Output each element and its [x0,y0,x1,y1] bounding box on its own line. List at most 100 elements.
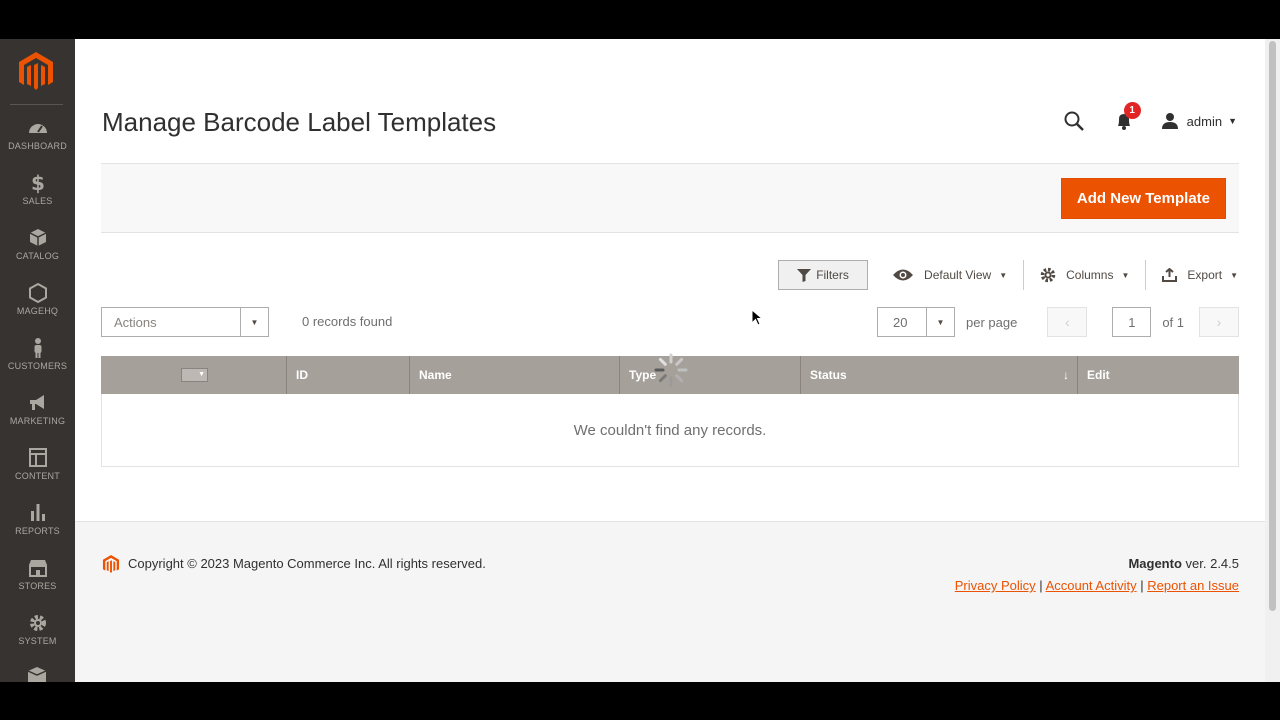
sidebar-divider [10,104,63,105]
footer-links: Privacy Policy | Account Activity | Repo… [954,578,1239,593]
chevron-down-icon: ▼ [240,308,268,336]
export-icon [1162,268,1178,282]
hexagon-icon [28,282,47,304]
columns-label: Columns [1066,268,1114,282]
export-dropdown[interactable]: Export ▼ [1145,260,1238,290]
per-page-select[interactable]: 20 ▼ [876,307,955,337]
partner-box-icon[interactable] [25,666,49,682]
header-actions: 1 admin ▼ [1063,102,1237,133]
sidebar-item-label: MARKETING [9,416,66,426]
sidebar-item-dashboard[interactable]: DASHBOARD [0,117,75,169]
page-scrollbar[interactable] [1265,39,1280,682]
video-bottom-letterbox [0,682,1280,720]
chevron-down-icon: ▼ [1230,270,1238,280]
empty-grid-message: We couldn't find any records. [101,394,1239,467]
store-icon [28,560,47,577]
version-info: Magento ver. 2.4.5 [1128,556,1239,571]
chevron-down-icon: ▼ [925,308,954,336]
sort-arrow-icon: ↓ [1063,368,1069,382]
search-icon[interactable] [1063,110,1085,132]
add-new-template-button[interactable]: Add New Template [1060,178,1226,219]
filters-button[interactable]: Filters [778,260,869,290]
loading-spinner-icon [654,353,688,387]
dollar-icon: $ [31,172,45,194]
notification-count-badge: 1 [1123,102,1141,119]
sidebar-item-system[interactable]: SYSTEM [0,612,75,664]
sidebar-item-label: REPORTS [15,526,60,536]
copyright-text: Copyright © 2023 Magento Commerce Inc. A… [128,556,486,571]
sidebar-item-label: CUSTOMERS [7,361,68,371]
sidebar-item-label: CATALOG [15,251,60,261]
funnel-icon [797,268,812,282]
sidebar-item-label: SALES [22,196,53,206]
customer-person-icon [34,338,41,358]
sidebar-item-label: DASHBOARD [8,141,67,151]
sidebar-item-content[interactable]: CONTENT [0,447,75,499]
gear-icon [1040,267,1056,283]
scrollbar-thumb[interactable] [1269,41,1276,611]
magento-logo[interactable] [17,51,55,91]
account-activity-link[interactable]: Account Activity [1046,578,1137,593]
next-page-button[interactable]: › [1199,307,1239,337]
page-footer: Copyright © 2023 Magento Commerce Inc. A… [75,521,1265,682]
export-label: Export [1187,268,1223,282]
mass-select-column[interactable]: ▼ [101,356,287,394]
sidebar-item-label: MAGEHQ [16,306,59,316]
mass-actions-select[interactable]: Actions ▼ [101,307,269,337]
chevron-left-icon: ‹ [1064,314,1070,330]
column-header-status-label: Status [810,368,847,382]
column-header-id[interactable]: ID [287,356,410,394]
megaphone-icon [29,395,44,410]
view-label: Default View [924,268,992,282]
page-title: Manage Barcode Label Templates [102,107,497,137]
pagination: 20 ▼ per page ‹ of 1 › [876,307,1239,337]
column-header-type[interactable]: Type [620,356,801,394]
prev-page-button[interactable]: ‹ [1047,307,1088,337]
report-issue-link[interactable]: Report an Issue [1147,578,1239,593]
notifications-button[interactable]: 1 [1113,102,1141,132]
records-count: 0 records found [302,314,393,329]
column-header-name[interactable]: Name [410,356,620,394]
sidebar-item-sales[interactable]: $ SALES [0,172,75,224]
sidebar-item-customers[interactable]: CUSTOMERS [0,337,75,389]
sidebar-item-stores[interactable]: STORES [0,557,75,609]
eye-icon [893,269,914,281]
sidebar-item-label: CONTENT [15,471,60,481]
total-pages-label: of 1 [1162,314,1184,330]
privacy-policy-link[interactable]: Privacy Policy [955,578,1036,593]
current-page-input[interactable] [1112,307,1152,337]
mass-select-checkbox[interactable]: ▼ [181,368,208,382]
per-page-value: 20 [892,315,908,330]
mass-actions-placeholder: Actions [114,315,157,330]
mouse-cursor-icon [751,309,763,326]
sidebar-item-marketing[interactable]: MARKETING [0,392,75,444]
admin-screen: DASHBOARD $ SALES CATALOG MAGEHQ CUSTOME… [0,39,1280,682]
sidebar-item-label: STORES [18,581,57,591]
gear-icon [29,615,46,631]
dashboard-icon [28,124,47,133]
sidebar-item-catalog[interactable]: CATALOG [0,227,75,279]
filters-label: Filters [816,268,849,282]
chevron-right-icon: › [1216,314,1222,330]
grid-toolbar: Filters Default View ▼ Columns ▼ Export … [778,260,1238,290]
column-header-edit[interactable]: Edit [1078,356,1239,394]
chevron-down-icon: ▼ [999,270,1008,280]
svg-text:$: $ [31,172,45,194]
column-header-status[interactable]: Status ↓ [801,356,1078,394]
main-content: Manage Barcode Label Templates 1 admin ▼… [75,39,1265,682]
columns-dropdown[interactable]: Columns ▼ [1023,260,1145,290]
sidebar-item-reports[interactable]: REPORTS [0,502,75,554]
catalog-box-icon [29,229,46,246]
page-actions-bar: Add New Template [101,163,1239,233]
brand-name: Magento [1128,556,1182,571]
bar-chart-icon [30,504,45,521]
chevron-down-icon: ▼ [1228,116,1237,126]
sidebar-item-magehq[interactable]: MAGEHQ [0,282,75,334]
view-dropdown[interactable]: Default View ▼ [876,260,1023,290]
admin-user-menu[interactable]: admin ▼ [1161,112,1237,130]
content-layout-icon [28,448,47,467]
admin-username: admin [1186,113,1223,129]
user-icon [1161,113,1178,129]
chevron-down-icon: ▼ [1121,270,1130,280]
magento-logo [102,555,120,573]
